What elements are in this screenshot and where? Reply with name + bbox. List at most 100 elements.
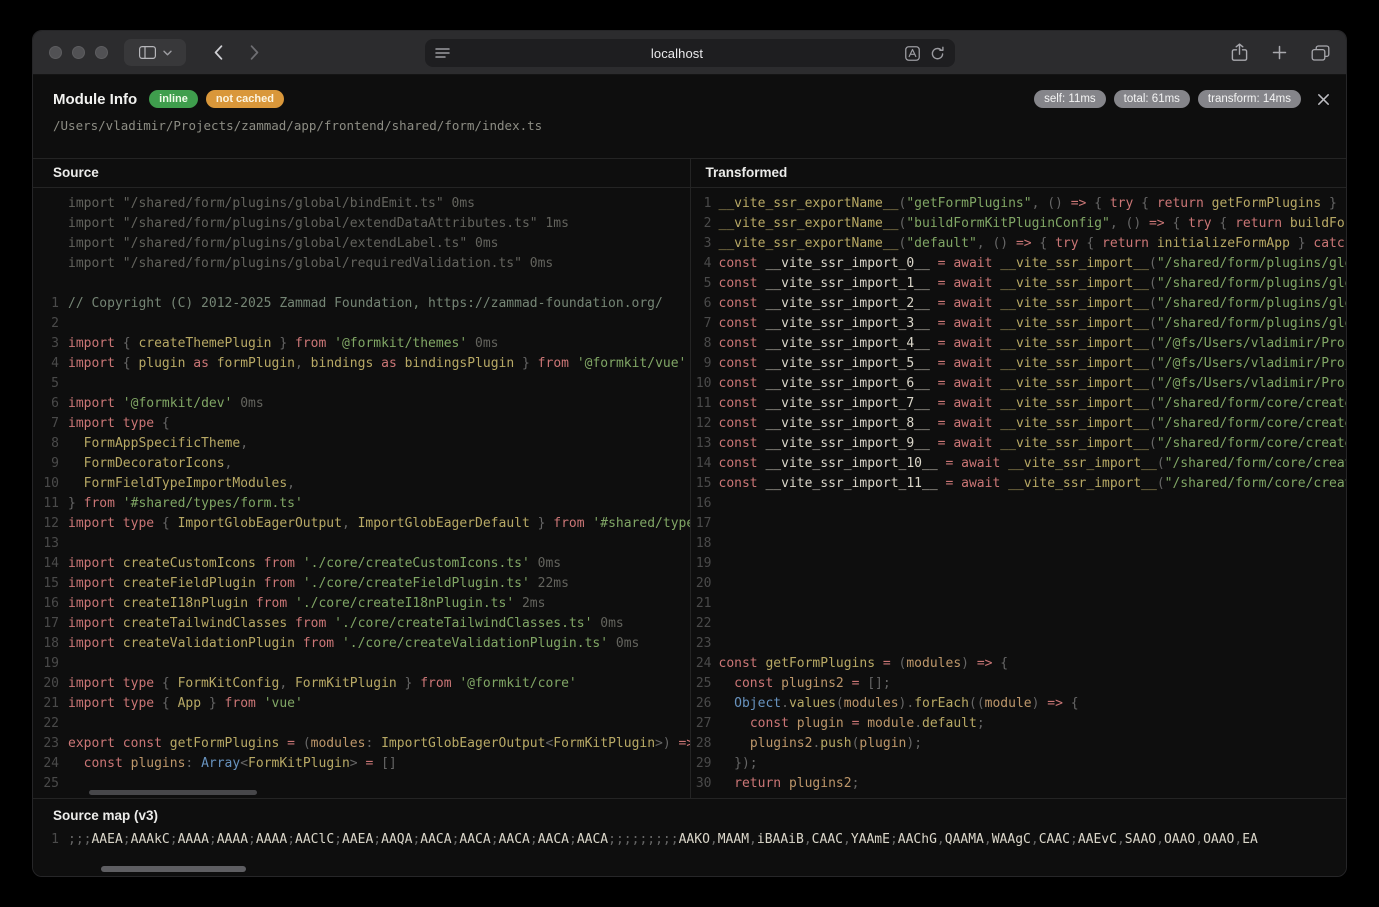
line-number: 10 xyxy=(33,474,68,494)
back-button[interactable] xyxy=(200,39,236,66)
code-line: 23export const getFormPlugins = (modules… xyxy=(33,734,690,754)
code-text: import { createThemePlugin } from '@form… xyxy=(68,334,499,354)
code-line: 11const __vite_ssr_import_7__ = await __… xyxy=(691,394,1347,414)
code-text: import createCustomIcons from './core/cr… xyxy=(68,554,561,574)
inline-badge: inline xyxy=(149,90,198,108)
line-number: 13 xyxy=(33,534,68,554)
code-line: 17 xyxy=(691,514,1347,534)
line-number: 1 xyxy=(691,194,719,214)
code-line: 20 xyxy=(691,574,1347,594)
code-line: 13const __vite_ssr_import_9__ = await __… xyxy=(691,434,1347,454)
line-number: 14 xyxy=(33,554,68,574)
code-line: 2__vite_ssr_exportName__("buildFormKitPl… xyxy=(691,214,1347,234)
line-number: 8 xyxy=(33,434,68,454)
url-text[interactable]: localhost xyxy=(450,46,905,61)
screen: localhost xyxy=(0,0,1379,907)
code-line: 26 Object.values(modules).forEach((modul… xyxy=(691,694,1347,714)
sourcemap-code[interactable]: 1;;;AAEA;AAAkC;AAAA;AAAA;AAAA;AAClC;AAEA… xyxy=(33,830,1346,850)
line-number: 2 xyxy=(33,314,68,334)
code-line: 14import createCustomIcons from './core/… xyxy=(33,554,690,574)
code-text: const __vite_ssr_import_0__ = await __vi… xyxy=(719,254,1347,274)
traffic-light-minimize[interactable] xyxy=(72,46,85,59)
code-text: import type { FormKitConfig, FormKitPlug… xyxy=(68,674,577,694)
line-number: 13 xyxy=(691,434,719,454)
traffic-lights xyxy=(49,46,108,59)
reload-button[interactable] xyxy=(930,46,945,61)
line-number: 24 xyxy=(33,754,68,774)
code-text: Object.values(modules).forEach((module) … xyxy=(719,694,1079,714)
code-text: const __vite_ssr_import_5__ = await __vi… xyxy=(719,354,1347,374)
forward-button[interactable] xyxy=(236,39,272,66)
code-line: 4import { plugin as formPlugin, bindings… xyxy=(33,354,690,374)
code-text: const plugins2 = []; xyxy=(719,674,891,694)
code-line: 9 FormDecoratorIcons, xyxy=(33,454,690,474)
translate-icon[interactable] xyxy=(905,46,920,61)
titlebar-right-controls xyxy=(1231,43,1330,62)
module-header: Module Info inline not cached self: 11ms… xyxy=(33,75,1346,158)
line-number: 9 xyxy=(33,454,68,474)
line-number: 18 xyxy=(33,634,68,654)
line-number: 9 xyxy=(691,354,719,374)
line-number: 3 xyxy=(33,334,68,354)
sourcemap-section: Source map (v3) 1;;;AAEA;AAAkC;AAAA;AAAA… xyxy=(33,798,1346,876)
code-text: FormFieldTypeImportModules, xyxy=(68,474,295,494)
code-text: const __vite_ssr_import_3__ = await __vi… xyxy=(719,314,1347,334)
source-code[interactable]: import "/shared/form/plugins/global/bind… xyxy=(33,188,690,798)
traffic-light-close[interactable] xyxy=(49,46,62,59)
code-line: 1// Copyright (C) 2012-2025 Zammad Found… xyxy=(33,294,690,314)
line-number: 21 xyxy=(691,594,719,614)
code-line: 27 const plugin = module.default; xyxy=(691,714,1347,734)
address-bar[interactable]: localhost xyxy=(425,39,955,67)
line-number: 5 xyxy=(691,274,719,294)
code-text: FormAppSpecificTheme, xyxy=(68,434,248,454)
line-number: 4 xyxy=(33,354,68,374)
line-number xyxy=(33,234,68,254)
code-text: } from '#shared/types/form.ts' xyxy=(68,494,303,514)
source-panel: Source import "/shared/form/plugins/glob… xyxy=(33,159,690,798)
reader-lines-icon[interactable] xyxy=(435,47,450,59)
plus-icon xyxy=(1272,45,1287,60)
code-text: __vite_ssr_exportName__("buildFormKitPlu… xyxy=(719,214,1347,234)
code-line: 5 xyxy=(33,374,690,394)
code-line: 11} from '#shared/types/form.ts' xyxy=(33,494,690,514)
code-text: const __vite_ssr_import_10__ = await __v… xyxy=(719,454,1347,474)
line-number: 23 xyxy=(691,634,719,654)
code-line: 18 xyxy=(691,534,1347,554)
code-line: 29 }); xyxy=(691,754,1347,774)
code-line: 30 return plugins2; xyxy=(691,774,1347,794)
share-icon xyxy=(1231,43,1248,62)
transformed-code[interactable]: 1__vite_ssr_exportName__("getFormPlugins… xyxy=(691,188,1347,798)
code-line: 1__vite_ssr_exportName__("getFormPlugins… xyxy=(691,194,1347,214)
code-text: const __vite_ssr_import_6__ = await __vi… xyxy=(719,374,1347,394)
code-text: plugins2.push(plugin); xyxy=(719,734,923,754)
line-number: 20 xyxy=(33,674,68,694)
code-line: import "/shared/form/plugins/global/bind… xyxy=(33,194,690,214)
code-text: import createI18nPlugin from './core/cre… xyxy=(68,594,545,614)
transformed-panel-title: Transformed xyxy=(691,159,1347,188)
code-line: 8 FormAppSpecificTheme, xyxy=(33,434,690,454)
close-button[interactable] xyxy=(1317,93,1330,106)
sidebar-toggle-button[interactable] xyxy=(124,39,186,66)
horizontal-scrollbar[interactable] xyxy=(89,790,257,795)
line-number: 25 xyxy=(33,774,68,794)
code-line: 22 xyxy=(691,614,1347,634)
code-text: import "/shared/form/plugins/global/exte… xyxy=(68,214,569,234)
code-text: const __vite_ssr_import_8__ = await __vi… xyxy=(719,414,1347,434)
code-text: }); xyxy=(719,754,758,774)
module-info-page: Module Info inline not cached self: 11ms… xyxy=(33,75,1346,876)
line-number xyxy=(33,254,68,274)
sourcemap-horizontal-scrollbar[interactable] xyxy=(101,866,246,872)
line-number: 4 xyxy=(691,254,719,274)
line-number: 18 xyxy=(691,534,719,554)
share-button[interactable] xyxy=(1231,43,1248,62)
traffic-light-zoom[interactable] xyxy=(95,46,108,59)
new-tab-button[interactable] xyxy=(1272,45,1287,60)
code-line: 24const getFormPlugins = (modules) => { xyxy=(691,654,1347,674)
line-number: 16 xyxy=(33,594,68,614)
line-number: 10 xyxy=(691,374,719,394)
total-time-badge: total: 61ms xyxy=(1114,90,1190,108)
code-line: 2 xyxy=(33,314,690,334)
tab-overview-icon xyxy=(1311,45,1330,61)
tab-overview-button[interactable] xyxy=(1311,45,1330,61)
code-line: 13 xyxy=(33,534,690,554)
